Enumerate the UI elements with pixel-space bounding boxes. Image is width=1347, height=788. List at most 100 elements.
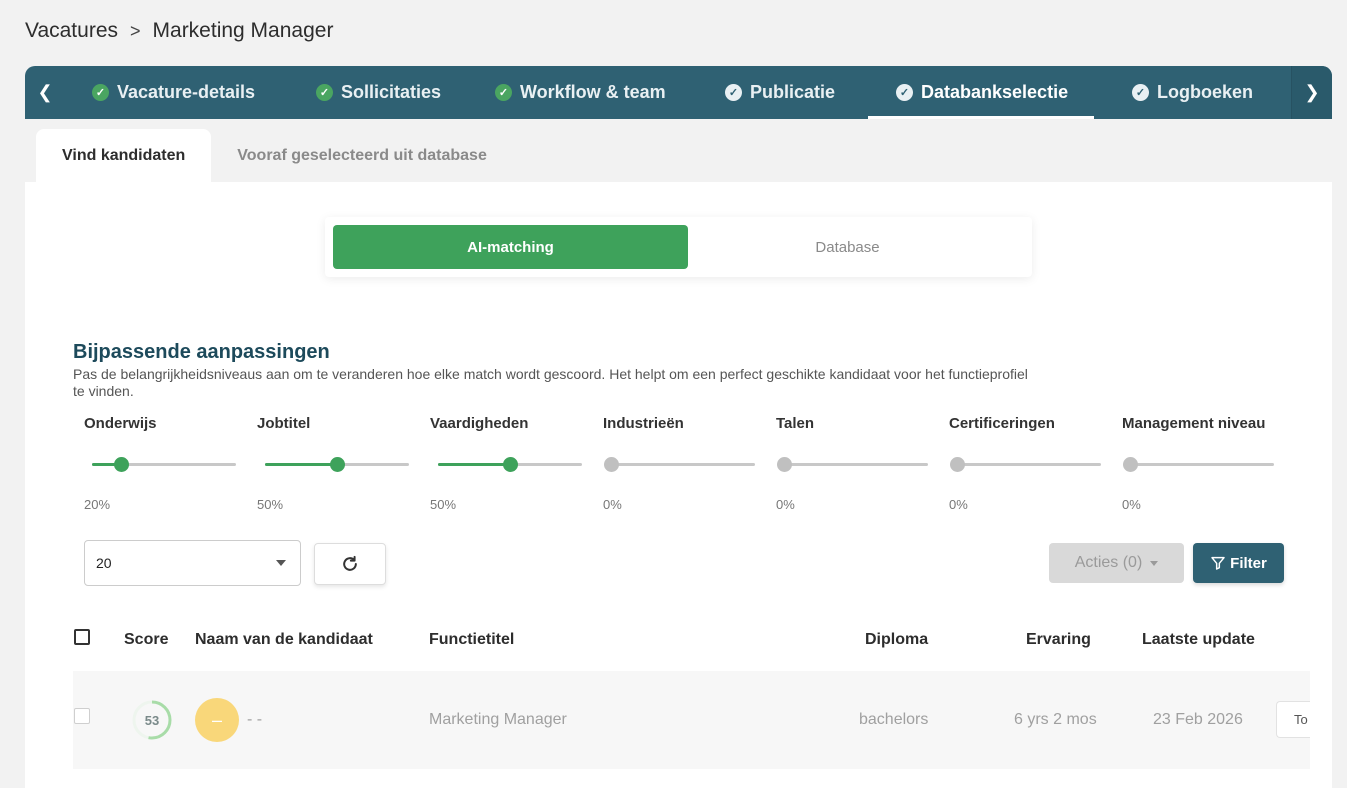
slider-certificeringen: Certificeringen 0%: [949, 415, 1109, 512]
filter-icon: [1211, 556, 1225, 570]
tab-label: Databankselectie: [921, 82, 1069, 102]
refresh-icon: [343, 555, 357, 571]
check-circle-icon: ✓: [1132, 84, 1149, 101]
column-header-job-title[interactable]: Functietitel: [429, 631, 514, 649]
slider-label: Jobtitel: [257, 415, 311, 432]
slider-track[interactable]: [604, 457, 755, 472]
slider-management-niveau: Management niveau 0%: [1122, 415, 1282, 512]
slider-value: 0%: [1122, 497, 1141, 512]
slider-label: Certificeringen: [949, 415, 1055, 432]
scroll-right-button[interactable]: ❯: [1291, 66, 1332, 119]
subtab-vooraf-geselecteerd[interactable]: Vooraf geselecteerd uit database: [211, 129, 513, 182]
breadcrumb-parent[interactable]: Vacatures: [25, 19, 118, 43]
slider-value: 50%: [257, 497, 284, 512]
mode-toggle: AI-matching Database: [325, 217, 1032, 277]
slider-track[interactable]: [1123, 457, 1274, 472]
slider-fill: [438, 463, 510, 466]
check-circle-icon: ✓: [896, 84, 913, 101]
tab-label: Logboeken: [1157, 82, 1254, 102]
slider-vaardigheden: Vaardigheden 50%: [430, 415, 590, 512]
adjustments-title: Bijpassende aanpassingen: [73, 341, 330, 363]
slider-value: 50%: [430, 497, 457, 512]
slider-value: 0%: [776, 497, 795, 512]
tab-logboeken[interactable]: ✓ Logboeken: [1132, 66, 1253, 119]
row-checkbox[interactable]: [74, 708, 90, 724]
slider-label: Talen: [776, 415, 815, 432]
slider-track[interactable]: [92, 457, 236, 472]
column-header-score[interactable]: Score: [124, 631, 168, 649]
tab-publicatie[interactable]: ✓ Publicatie: [725, 66, 835, 119]
slider-track[interactable]: [777, 457, 928, 472]
chevron-right-icon: ❯: [1304, 82, 1320, 102]
row-action-button[interactable]: To: [1276, 701, 1310, 738]
tab-vacature-details[interactable]: ✓ Vacature-details: [92, 66, 255, 119]
slider-value: 20%: [84, 497, 111, 512]
slider-thumb[interactable]: [503, 457, 518, 472]
slider-thumb[interactable]: [777, 457, 792, 472]
slider-thumb[interactable]: [604, 457, 619, 472]
diploma-cell: bachelors: [859, 711, 929, 728]
last-update-cell: 23 Feb 2026: [1153, 711, 1243, 728]
job-title-cell: Marketing Manager: [429, 711, 567, 728]
filter-label: Filter: [1230, 554, 1267, 572]
slider-label: Vaardigheden: [430, 415, 529, 432]
actions-label: Acties (0): [1074, 554, 1143, 571]
database-option[interactable]: Database: [670, 225, 1025, 269]
tab-label: Publicatie: [750, 82, 836, 102]
slider-value: 0%: [603, 497, 622, 512]
select-all-checkbox[interactable]: [74, 629, 90, 645]
slider-label: Management niveau: [1122, 415, 1266, 432]
step-tab-bar: ❮ ✓ Vacature-details ✓ Sollicitaties ✓ W…: [25, 66, 1332, 119]
page-size-select[interactable]: 20: [84, 540, 301, 586]
slider-track[interactable]: [265, 457, 409, 472]
breadcrumb: Vacatures > Marketing Manager: [25, 19, 333, 43]
actions-dropdown-button[interactable]: Acties (0): [1049, 543, 1184, 583]
slider-track[interactable]: [438, 457, 582, 472]
slider-label: Onderwijs: [84, 415, 157, 432]
caret-down-icon: [276, 560, 286, 566]
check-circle-icon: ✓: [92, 84, 109, 101]
slider-thumb[interactable]: [330, 457, 345, 472]
column-header-experience[interactable]: Ervaring: [1026, 631, 1091, 649]
refresh-button[interactable]: [314, 543, 386, 585]
subtab-vind-kandidaten[interactable]: Vind kandidaten: [36, 129, 212, 182]
candidate-name[interactable]: - -: [247, 711, 262, 729]
scroll-left-button[interactable]: ❮: [25, 66, 65, 119]
slider-talen: Talen 0%: [776, 415, 936, 512]
tab-workflow-team[interactable]: ✓ Workflow & team: [495, 66, 666, 119]
column-header-name[interactable]: Naam van de kandidaat: [195, 631, 373, 649]
check-circle-icon: ✓: [316, 84, 333, 101]
tab-label: Vacature-details: [117, 82, 256, 102]
check-circle-icon: ✓: [725, 84, 742, 101]
slider-thumb[interactable]: [950, 457, 965, 472]
filter-button[interactable]: Filter: [1193, 543, 1284, 583]
caret-down-icon: [1150, 560, 1159, 566]
breadcrumb-current: Marketing Manager: [152, 19, 334, 42]
tab-label: Sollicitaties: [341, 82, 442, 102]
slider-jobtitel: Jobtitel 50%: [257, 415, 417, 512]
adjustments-description: Pas de belangrijkheidsniveaus aan om te …: [73, 366, 1028, 399]
score-ring: 53: [132, 700, 172, 740]
sub-tabs: Vind kandidaten Vooraf geselecteerd uit …: [36, 129, 513, 182]
column-header-last-update[interactable]: Laatste update: [1142, 631, 1255, 649]
experience-cell: 6 yrs 2 mos: [1014, 711, 1097, 728]
slider-value: 0%: [949, 497, 968, 512]
tab-sollicitaties[interactable]: ✓ Sollicitaties: [316, 66, 441, 119]
tab-databankselectie[interactable]: ✓ Databankselectie: [867, 66, 1095, 119]
slider-thumb[interactable]: [1123, 457, 1138, 472]
avatar: –: [195, 698, 239, 742]
slider-label: Industrieën: [603, 415, 684, 432]
score-value: 53: [145, 713, 159, 728]
tab-label: Workflow & team: [520, 82, 666, 102]
breadcrumb-separator: >: [130, 20, 141, 41]
slider-fill: [265, 463, 337, 466]
chevron-left-icon: ❮: [37, 82, 53, 102]
ai-matching-option[interactable]: AI-matching: [333, 225, 688, 269]
slider-onderwijs: Onderwijs 20%: [84, 415, 244, 512]
check-circle-icon: ✓: [495, 84, 512, 101]
page-size-value: 20: [96, 555, 112, 571]
slider-thumb[interactable]: [113, 457, 129, 472]
column-header-diploma[interactable]: Diploma: [865, 631, 928, 649]
slider-track[interactable]: [950, 457, 1101, 472]
slider-industrieen: Industrieën 0%: [603, 415, 763, 512]
